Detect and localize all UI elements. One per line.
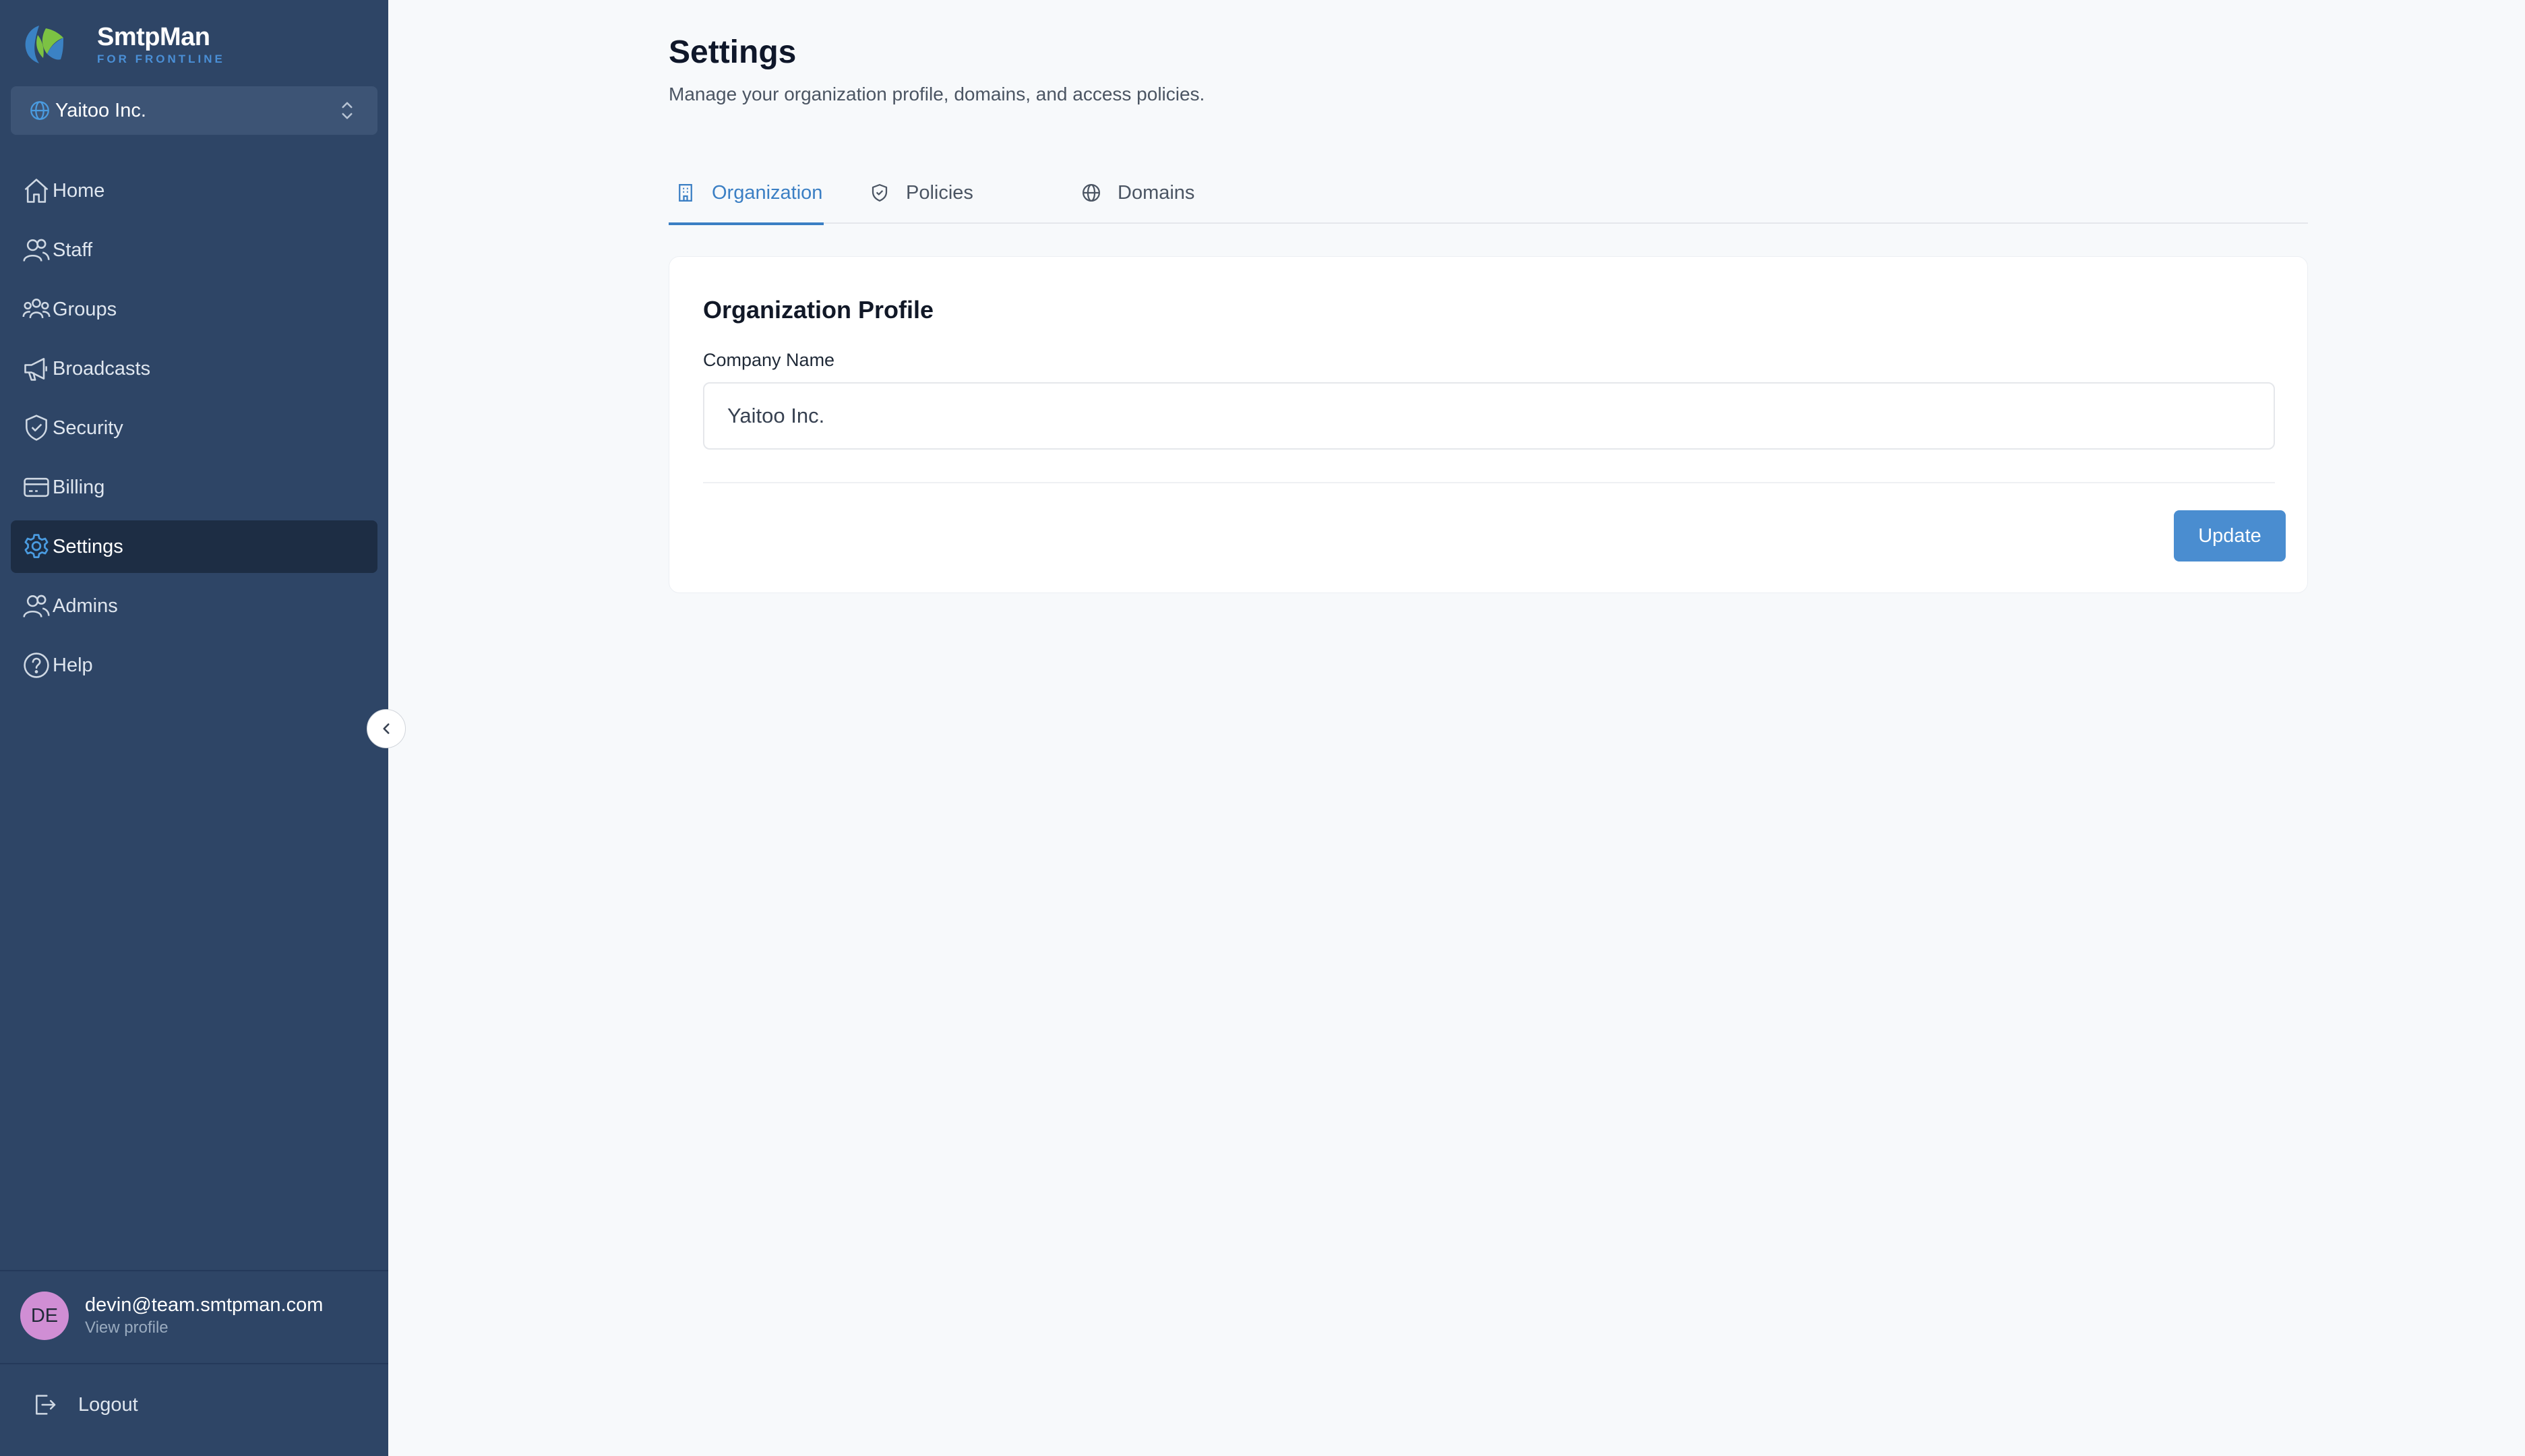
shield-check-icon <box>26 415 47 441</box>
sidebar-nav: Home Staff Groups Broadcasts Security Bi… <box>11 164 377 698</box>
organization-selector[interactable]: Yaitoo Inc. <box>11 86 377 135</box>
company-name-input[interactable] <box>703 382 2275 450</box>
logout-label: Logout <box>78 1393 138 1416</box>
sidebar-divider <box>0 1270 388 1271</box>
shield-icon <box>872 184 888 202</box>
user-group-icon <box>22 299 51 319</box>
sidebar-item-label: Broadcasts <box>53 357 151 380</box>
globe-icon <box>1083 184 1100 202</box>
sidebar-item-groups[interactable]: Groups <box>11 283 377 336</box>
sidebar-item-billing[interactable]: Billing <box>11 461 377 514</box>
gear-icon <box>24 534 49 558</box>
chevron-left-icon <box>383 723 390 734</box>
sidebar-item-label: Admins <box>53 595 118 617</box>
card-title: Organization Profile <box>703 296 934 324</box>
update-button[interactable]: Update <box>2174 510 2286 562</box>
page-subtitle: Manage your organization profile, domain… <box>669 84 1205 104</box>
chevron-up-down-icon <box>342 102 353 119</box>
company-name-label: Company Name <box>703 350 835 370</box>
sidebar: SmtpMan FOR FRONTLINE Yaitoo Inc. Home S… <box>0 0 388 1456</box>
users-icon <box>23 595 50 617</box>
home-icon <box>24 179 49 203</box>
help-circle-icon <box>24 653 49 678</box>
organization-selector-value: Yaitoo Inc. <box>55 99 146 121</box>
building-icon <box>679 184 692 202</box>
settings-tabs: Organization Policies Domains <box>669 162 2308 225</box>
sidebar-item-label: Settings <box>53 535 123 557</box>
sidebar-item-staff[interactable]: Staff <box>11 224 377 276</box>
user-email: devin@team.smtpman.com <box>85 1294 324 1316</box>
globe-icon <box>30 101 49 120</box>
tab-organization[interactable]: Organization <box>669 162 824 225</box>
logout-icon <box>36 1395 56 1415</box>
main-content: Settings Manage your organization profil… <box>388 0 2525 1456</box>
users-icon <box>23 239 50 262</box>
megaphone-icon <box>24 358 47 381</box>
tab-label: Domains <box>1118 181 1195 204</box>
sidebar-item-security[interactable]: Security <box>11 402 377 454</box>
collapse-sidebar-button[interactable] <box>367 709 406 748</box>
card-divider <box>703 482 2275 483</box>
tab-label: Organization <box>712 181 823 204</box>
avatar: DE <box>20 1292 69 1340</box>
sidebar-divider <box>0 1363 388 1364</box>
tab-label: Policies <box>906 181 973 204</box>
tab-policies[interactable]: Policies <box>870 162 973 224</box>
brand[interactable]: SmtpMan FOR FRONTLINE <box>19 18 225 71</box>
brand-tagline: FOR FRONTLINE <box>97 53 225 65</box>
sidebar-item-label: Staff <box>53 239 93 261</box>
sidebar-item-home[interactable]: Home <box>11 164 377 217</box>
sidebar-item-label: Groups <box>53 298 117 320</box>
sidebar-item-settings[interactable]: Settings <box>11 520 377 573</box>
tab-domains[interactable]: Domains <box>1081 162 1194 224</box>
sidebar-item-label: Home <box>53 179 105 202</box>
sidebar-item-admins[interactable]: Admins <box>11 580 377 632</box>
page-title: Settings <box>669 34 797 70</box>
logout-button[interactable]: Logout <box>31 1391 138 1418</box>
sidebar-item-label: Help <box>53 654 93 676</box>
organization-profile-card: Organization Profile Company Name Update <box>669 256 2308 593</box>
user-profile[interactable]: DE devin@team.smtpman.com View profile <box>20 1292 323 1340</box>
sidebar-item-broadcasts[interactable]: Broadcasts <box>11 342 377 395</box>
sidebar-item-label: Billing <box>53 476 105 498</box>
credit-card-icon <box>24 477 49 497</box>
view-profile-link[interactable]: View profile <box>85 1317 323 1339</box>
brand-name: SmtpMan <box>97 23 210 51</box>
sidebar-item-help[interactable]: Help <box>11 639 377 692</box>
logo-icon <box>25 26 63 63</box>
sidebar-item-label: Security <box>53 417 123 439</box>
